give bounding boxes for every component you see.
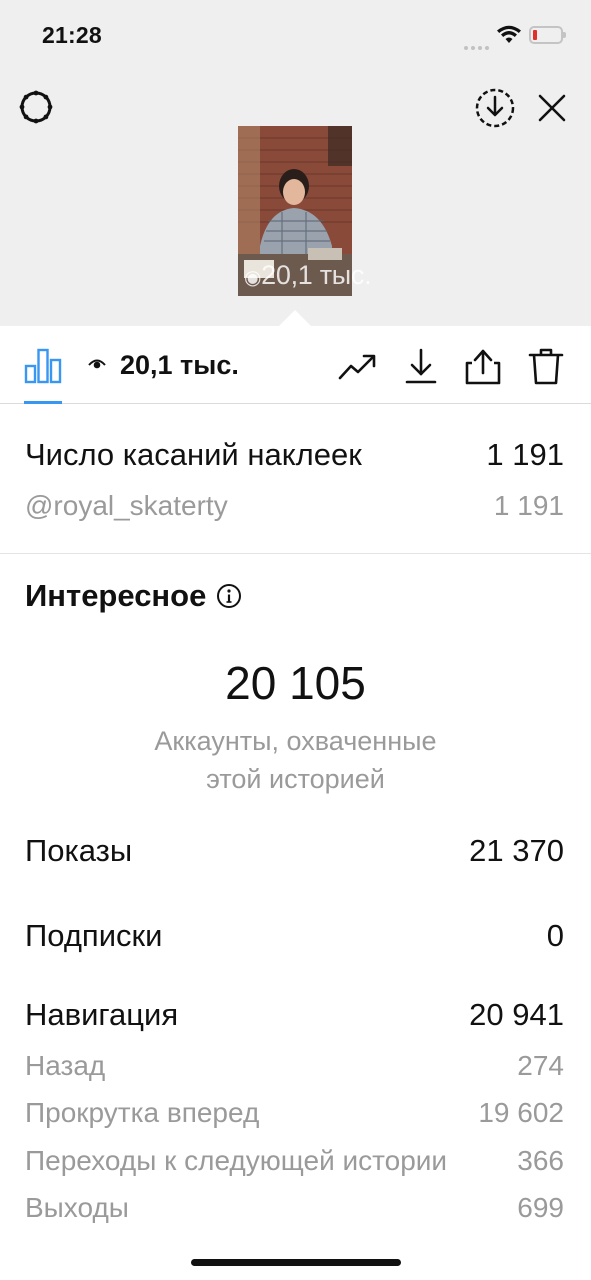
sticker-taps-sub-row[interactable]: @royal_skaterty 1 191 <box>25 490 564 522</box>
thumbnail-views-overlay: ◉20,1 тыс. <box>244 260 372 290</box>
share-icon[interactable] <box>463 346 503 386</box>
sticker-taps-row: Число касаний наклеек 1 191 <box>25 437 564 473</box>
status-bar: 21:28 <box>0 0 591 70</box>
back-value: 274 <box>517 1050 564 1081</box>
navigation-row: Навигация 20 941 <box>25 997 564 1033</box>
close-icon[interactable] <box>534 90 570 126</box>
reach-value: 20 105 <box>225 657 366 709</box>
exits-value: 699 <box>517 1192 564 1223</box>
trending-up-icon[interactable] <box>337 346 377 386</box>
next-story-value: 366 <box>517 1145 564 1176</box>
navigation-exits-row: Выходы 699 <box>25 1192 564 1224</box>
navigation-back-row: Назад 274 <box>25 1050 564 1082</box>
follows-value: 0 <box>546 918 564 953</box>
eye-icon <box>88 359 106 369</box>
eye-icon: ◉ <box>244 267 262 289</box>
impressions-label: Показы <box>25 833 133 868</box>
story-toolbar: 20,1 тыс. <box>0 326 591 404</box>
follows-row: Подписки 0 <box>25 918 564 954</box>
navigation-value: 20 941 <box>469 997 564 1032</box>
settings-gear-icon[interactable] <box>16 87 56 127</box>
impressions-value: 21 370 <box>469 833 564 868</box>
reach-caption: Аккаунты, охваченные этой историей <box>154 726 437 794</box>
views-count: 20,1 тыс. <box>120 350 239 380</box>
download-icon[interactable] <box>401 346 441 386</box>
sticker-taps-value: 1 191 <box>486 437 564 472</box>
section-divider <box>0 553 591 554</box>
sticker-mention-value: 1 191 <box>493 490 564 521</box>
navigation-next-story-row: Переходы к следующей истории 366 <box>25 1145 564 1177</box>
back-label: Назад <box>25 1050 106 1081</box>
wifi-icon <box>497 25 521 43</box>
impressions-row: Показы 21 370 <box>25 833 564 869</box>
bar-chart-icon[interactable] <box>24 348 62 384</box>
navigation-label: Навигация <box>25 997 179 1032</box>
battery-low-icon <box>529 26 566 44</box>
discovery-title: Интересное <box>25 578 242 614</box>
info-icon[interactable] <box>216 583 242 609</box>
navigation-forward-row: Прокрутка вперед 19 602 <box>25 1097 564 1129</box>
next-story-label: Переходы к следующей истории <box>25 1145 448 1176</box>
follows-label: Подписки <box>25 918 163 953</box>
signal-dots-icon <box>464 37 492 55</box>
sticker-mention-label[interactable]: @royal_skaterty <box>25 490 228 522</box>
thumbnail-pointer <box>279 310 311 326</box>
sticker-taps-label: Число касаний наклеек <box>25 437 362 472</box>
story-preview-area: ◉20,1 тыс. <box>0 70 591 326</box>
active-tab-underline <box>24 401 62 404</box>
download-circle-icon[interactable] <box>474 87 516 129</box>
forward-value: 19 602 <box>478 1097 564 1128</box>
exits-label: Выходы <box>25 1192 129 1223</box>
trash-icon[interactable] <box>526 346 566 386</box>
home-indicator[interactable] <box>191 1259 401 1266</box>
status-time: 21:28 <box>42 22 102 48</box>
forward-label: Прокрутка вперед <box>25 1097 260 1128</box>
